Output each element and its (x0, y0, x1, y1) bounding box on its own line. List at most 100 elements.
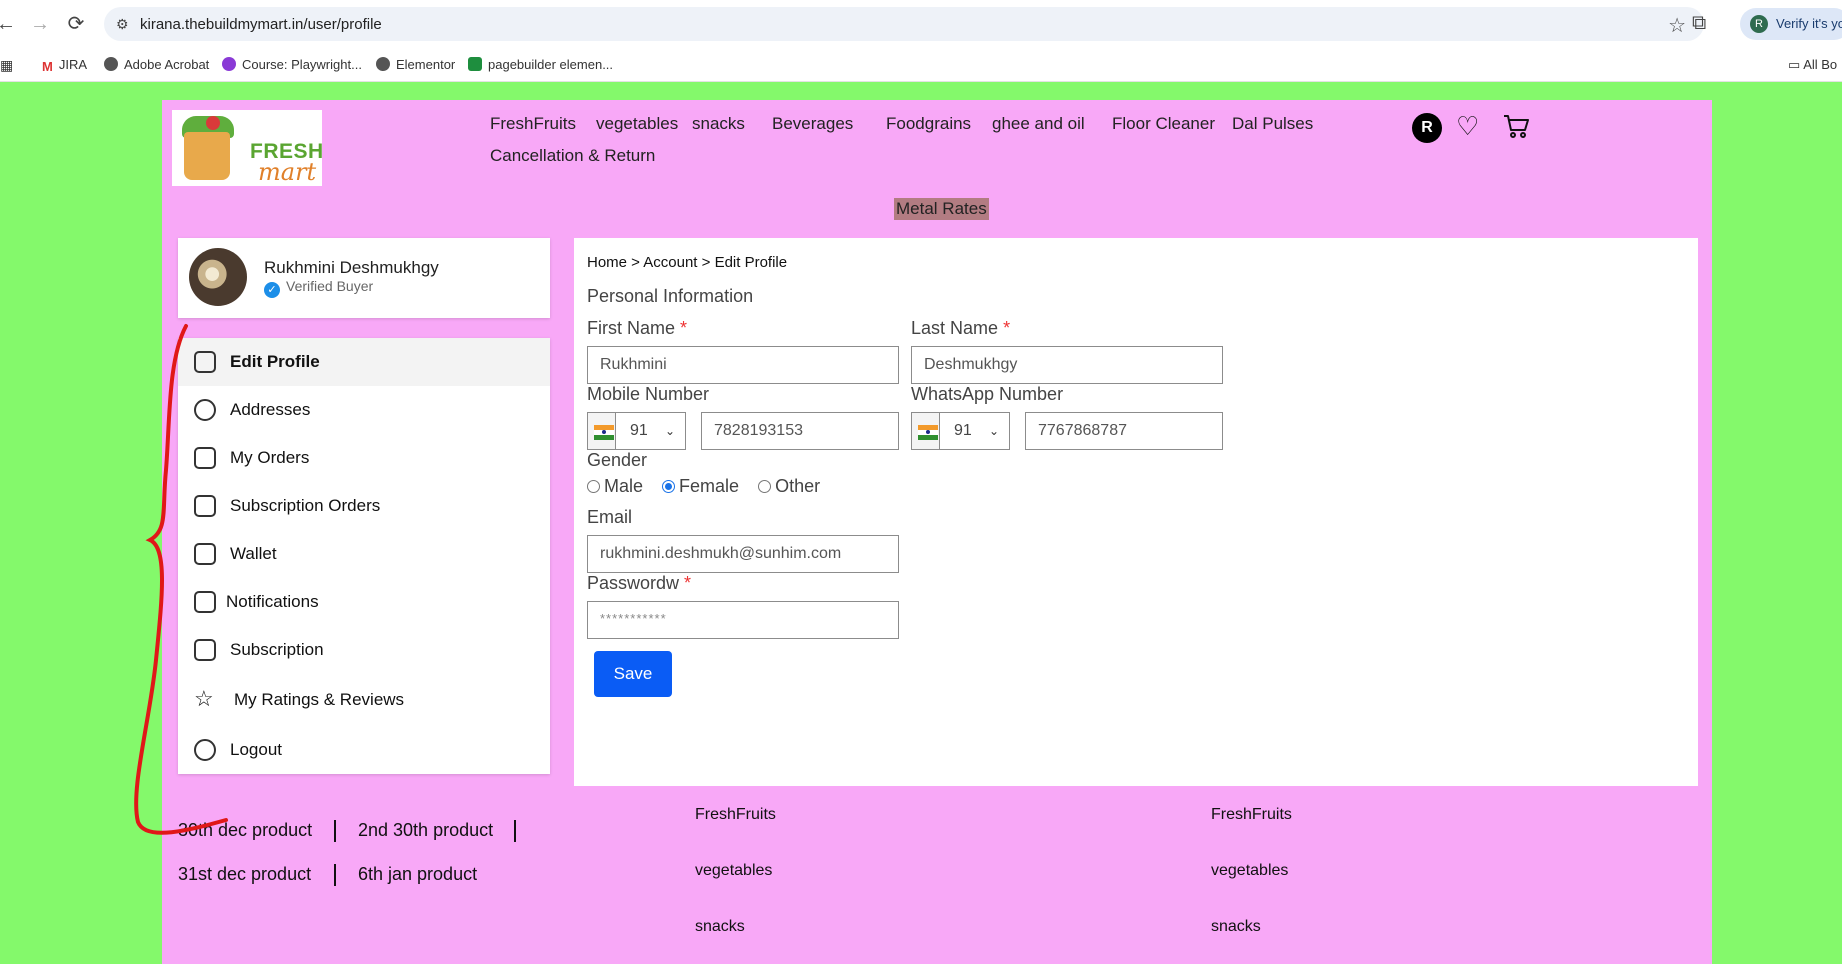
menu-item-freshfruits[interactable]: FreshFruits (490, 114, 576, 134)
mobile-code-value: 91 (630, 422, 648, 439)
password-input[interactable]: *********** (587, 601, 899, 639)
footer-col2-link[interactable]: vegetables (1211, 862, 1288, 880)
footer-product-link[interactable]: 31st dec product (178, 864, 311, 885)
first-name-input[interactable]: Rukhmini (587, 346, 899, 384)
footer-col2-link[interactable]: FreshFruits (1211, 806, 1292, 824)
forward-arrow-icon[interactable]: → (28, 12, 52, 36)
whatsapp-number-input[interactable]: 7767868787 (1025, 412, 1223, 450)
gender-radio-group: Male Female Other (587, 476, 834, 497)
gender-option-label: Female (679, 476, 740, 496)
sidebar-item-label: Subscription Orders (230, 496, 381, 515)
radio-male[interactable] (587, 480, 600, 493)
first-name-label: First Name * (587, 318, 687, 339)
sidebar-item-subscription[interactable]: Subscription (178, 626, 550, 674)
sidebar-item-logout[interactable]: Logout (178, 726, 550, 774)
radio-female[interactable] (662, 480, 676, 493)
gender-option-label: Male (604, 476, 644, 496)
footer-product-link[interactable]: 6th jan product (358, 864, 477, 885)
user-name: Rukhmini Deshmukhgy (264, 258, 439, 277)
sidebar-item-subscription-orders[interactable]: Subscription Orders (178, 482, 550, 530)
footer-divider (334, 820, 336, 842)
edit-profile-panel: Home > Account > Edit Profile Personal I… (574, 238, 1698, 786)
footer-col2-link[interactable]: snacks (1211, 918, 1261, 936)
url-text[interactable]: kirana.thebuildmymart.in/user/profile (140, 16, 382, 33)
bookmark-elementor[interactable]: Elementor (376, 57, 455, 72)
apps-grid-icon[interactable]: ▦ (0, 57, 13, 74)
footer-col1-link[interactable]: snacks (695, 918, 745, 936)
metal-rates-link[interactable]: Metal Rates (894, 198, 989, 220)
footer-product-link[interactable]: 2nd 30th product (358, 820, 493, 841)
bookmark-jira[interactable]: M JIRA (42, 57, 88, 74)
bookmark-label: JIRA (58, 57, 88, 72)
bookmark-label: Course: Playwright... (242, 57, 362, 72)
bookmark-adobe-acrobat[interactable]: Adobe Acrobat (104, 57, 209, 72)
chevron-down-icon: ⌄ (664, 424, 675, 438)
gender-option-female[interactable]: Female (662, 476, 739, 496)
all-bookmarks-label: All Bo (1803, 57, 1838, 72)
profile-avatar-icon: R (1750, 15, 1768, 33)
folder-icon: ▭ (1788, 57, 1804, 72)
reload-icon[interactable]: ⟳ (64, 12, 88, 36)
bookmark-playwright-course[interactable]: Course: Playwright... (222, 57, 362, 72)
sidebar-item-notifications[interactable]: Notifications (178, 578, 550, 626)
back-arrow-icon[interactable]: ← (0, 12, 18, 36)
user-avatar-icon[interactable]: R (1412, 113, 1442, 143)
last-name-label: Last Name * (911, 318, 1010, 339)
gender-option-other[interactable]: Other (758, 476, 820, 496)
site-settings-icon[interactable]: ⚙ (116, 16, 129, 33)
save-button[interactable]: Save (594, 651, 672, 697)
menu-item-vegetables[interactable]: vegetables (596, 114, 678, 134)
menu-item-snacks[interactable]: snacks (692, 114, 745, 134)
footer-col1-link[interactable]: FreshFruits (695, 806, 776, 824)
sidebar-item-label: Addresses (230, 400, 311, 419)
menu-item-ghee-and-oil[interactable]: ghee and oil (992, 114, 1085, 134)
menu-item-beverages[interactable]: Beverages (772, 114, 853, 134)
menu-item-foodgrains[interactable]: Foodgrains (886, 114, 971, 134)
sidebar-item-edit-profile[interactable]: Edit Profile (178, 338, 550, 386)
logout-icon (194, 739, 216, 761)
course-icon (222, 57, 236, 71)
footer-product-link[interactable]: 30th dec product (178, 820, 312, 841)
profile-verify-pill[interactable]: R Verify it's yo (1740, 8, 1842, 40)
bookmark-label: pagebuilder elemen... (488, 57, 614, 72)
bookmark-star-icon[interactable]: ☆ (1668, 13, 1686, 38)
logo-bag-icon (184, 132, 230, 180)
required-mark: * (1003, 318, 1011, 338)
address-bar[interactable]: ⚙ kirana.thebuildmymart.in/user/profile … (104, 7, 1704, 41)
mobile-country-code-select[interactable]: 91 ⌄ (615, 412, 686, 450)
section-title: Personal Information (587, 286, 754, 306)
menu-item-floor-cleaner[interactable]: Floor Cleaner (1112, 114, 1215, 134)
gender-label: Gender (587, 450, 648, 470)
logo-berry (206, 116, 220, 130)
bookmark-label: Adobe Acrobat (124, 57, 210, 72)
orders-icon (194, 447, 216, 469)
account-sidebar: Edit Profile Addresses My Orders Subscri… (178, 338, 550, 774)
globe-icon (104, 57, 118, 71)
wallet-icon (194, 543, 216, 565)
page-background: FRESH mart FreshFruits vegetables snacks… (0, 82, 1842, 964)
menu-item-dal-pulses[interactable]: Dal Pulses (1232, 114, 1313, 134)
menu-item-cancellation-return[interactable]: Cancellation & Return (490, 146, 655, 166)
breadcrumb[interactable]: Home > Account > Edit Profile (587, 254, 787, 271)
subscription-icon (194, 639, 216, 661)
whatsapp-country-code-select[interactable]: 91 ⌄ (939, 412, 1010, 450)
bookmark-pagebuilder[interactable]: pagebuilder elemen... (468, 57, 613, 72)
cart-icon[interactable] (1502, 112, 1530, 140)
sidebar-item-wallet[interactable]: Wallet (178, 530, 550, 578)
site-logo[interactable]: FRESH mart (172, 110, 323, 186)
all-bookmarks[interactable]: ▭ All Bo (1788, 57, 1837, 73)
sidebar-item-my-orders[interactable]: My Orders (178, 434, 550, 482)
sidebar-item-addresses[interactable]: Addresses (178, 386, 550, 434)
footer-col1-link[interactable]: vegetables (695, 862, 772, 880)
wishlist-heart-icon[interactable]: ♡ (1456, 110, 1479, 142)
extensions-icon[interactable]: ⧉ (1692, 12, 1706, 35)
sidebar-item-label: Edit Profile (230, 352, 320, 371)
last-name-input[interactable]: Deshmukhgy (911, 346, 1223, 384)
mobile-number-input[interactable]: 7828193153 (701, 412, 899, 450)
radio-other[interactable] (758, 480, 772, 493)
sidebar-item-ratings-reviews[interactable]: ☆ My Ratings & Reviews (178, 676, 550, 724)
whatsapp-code-value: 91 (954, 422, 972, 439)
email-input[interactable]: rukhmini.deshmukh@sunhim.com (587, 535, 899, 573)
password-label: Passwordw * (587, 573, 691, 594)
gender-option-male[interactable]: Male (587, 476, 643, 496)
